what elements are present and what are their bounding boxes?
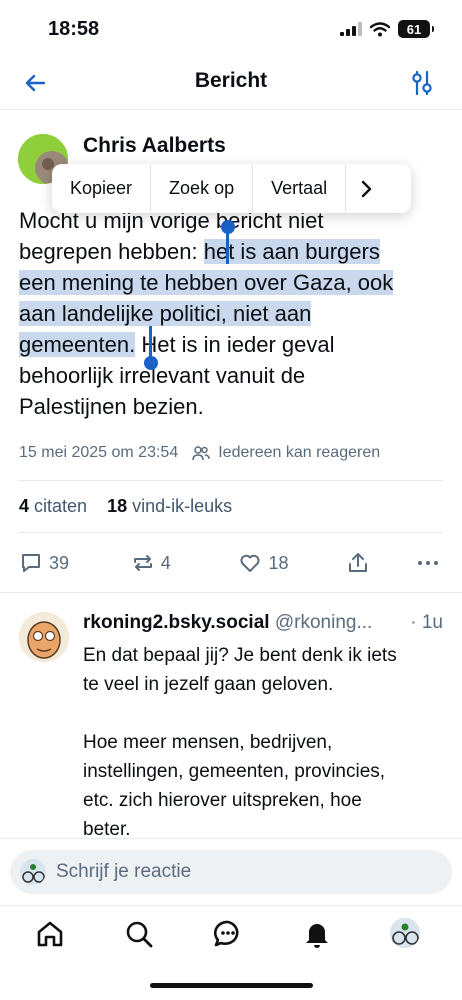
heart-icon: [240, 554, 260, 572]
home-indicator[interactable]: [150, 983, 313, 988]
author-name[interactable]: Chris Aalberts: [83, 134, 226, 158]
reply-text[interactable]: En dat bepaal jij? Je bent denk ik iets …: [83, 641, 443, 844]
post-actions: 39 4 18: [19, 548, 440, 578]
post-text-line: een mening te hebben over Gaza, ook: [19, 267, 449, 298]
share-button[interactable]: [346, 551, 416, 575]
selected-text: het is aan burgers: [203, 239, 380, 264]
status-icons: 61: [340, 20, 434, 38]
post-timestamp: 15 mei 2025 om 23:54: [19, 444, 179, 461]
copy-menu-item[interactable]: Kopieer: [52, 164, 152, 213]
composer-avatar-image: [20, 859, 46, 885]
more-icon: [418, 561, 439, 565]
post-text-line: gemeenten. Het is in ieder geval: [19, 329, 449, 360]
divider: [19, 480, 443, 481]
battery-icon: 61: [398, 20, 434, 38]
post-text-line: begrepen hebben: het is aan burgers: [19, 236, 449, 267]
composer-avatar: [20, 859, 46, 885]
text-context-menu: Kopieer Zoek op Vertaal: [52, 164, 411, 213]
more-button[interactable]: [416, 551, 440, 575]
selected-text: gemeenten.: [19, 332, 136, 357]
post-text-line: behoorlijk irrelevant vanuit de: [19, 363, 306, 388]
quotes-label: citaten: [34, 496, 88, 516]
post-stats: 4 citaten 18 vind-ik-leuks: [19, 496, 232, 517]
divider: [19, 532, 443, 533]
reply-composer[interactable]: Schrijf je reactie: [10, 850, 452, 894]
repost-count: 4: [160, 552, 171, 573]
post-text[interactable]: Mocht u mijn vorige bericht niet begrepe…: [19, 205, 449, 422]
bell-icon[interactable]: [301, 918, 333, 950]
reply-button[interactable]: 39: [19, 551, 131, 575]
post-text-line: Palestijnen bezien.: [19, 394, 204, 419]
divider: [0, 905, 462, 906]
reply-avatar[interactable]: [19, 612, 69, 662]
people-icon: [192, 446, 210, 461]
like-count: 18: [268, 552, 289, 573]
search-icon[interactable]: [123, 918, 155, 950]
likes-stat[interactable]: 18 vind-ik-leuks: [107, 496, 232, 517]
translate-menu-item[interactable]: Vertaal: [253, 164, 347, 213]
selection-end-handle[interactable]: [149, 326, 152, 360]
reply-avatar-image: [19, 612, 69, 662]
page-title: Bericht: [194, 69, 268, 92]
post-text-line: aan landelijke politici, niet aan: [19, 298, 449, 329]
profile-avatar-image: [390, 918, 420, 948]
reply-header: rkoning2.bsky.social @rkoning...: [83, 612, 445, 634]
likes-count: 18: [107, 496, 128, 516]
battery-level: 61: [406, 21, 422, 37]
reply-author-name[interactable]: rkoning2.bsky.social: [83, 612, 270, 633]
like-button[interactable]: 18: [238, 551, 346, 575]
home-icon[interactable]: [34, 918, 66, 950]
chat-icon[interactable]: [212, 918, 244, 950]
post-meta: 15 mei 2025 om 23:54 Iedereen kan reager…: [19, 444, 380, 462]
reply-time: · 1u: [404, 612, 443, 634]
selected-text: een mening te hebben over Gaza, ook: [19, 270, 394, 295]
divider: [0, 838, 462, 839]
repost-button[interactable]: 4: [131, 551, 239, 575]
status-bar: 18:58 61: [0, 0, 462, 56]
reply-count: 39: [49, 552, 70, 573]
divider: [0, 592, 462, 593]
selection-end-knob[interactable]: [144, 356, 158, 370]
header: Bericht: [0, 56, 462, 110]
reply-author-handle[interactable]: @rkoning...: [275, 612, 372, 633]
look-up-menu-item[interactable]: Zoek op: [151, 164, 254, 213]
signal-icon: [340, 22, 362, 36]
repost-icon: [133, 555, 152, 571]
post-text-plain: Het is in ieder geval: [135, 332, 335, 357]
post-text-plain: begrepen hebben:: [19, 239, 204, 264]
filter-sliders-icon[interactable]: [408, 69, 436, 97]
reply-setting[interactable]: Iedereen kan reageren: [218, 444, 380, 462]
status-time: 18:58: [48, 18, 100, 40]
reply-icon: [22, 554, 40, 572]
tab-bar: [0, 914, 462, 958]
likes-label: vind-ik-leuks: [132, 496, 233, 516]
share-icon: [349, 553, 368, 572]
wifi-icon: [370, 21, 390, 36]
profile-avatar[interactable]: [390, 918, 420, 948]
selected-text: aan landelijke politici, niet aan: [19, 301, 312, 326]
more-menu-item[interactable]: [346, 164, 386, 213]
chevron-right-icon: [361, 180, 372, 197]
selection-start-handle[interactable]: [226, 228, 229, 264]
quotes-stat[interactable]: 4 citaten: [19, 496, 87, 517]
quotes-count: 4: [19, 496, 30, 516]
composer-placeholder: Schrijf je reactie: [56, 861, 192, 882]
